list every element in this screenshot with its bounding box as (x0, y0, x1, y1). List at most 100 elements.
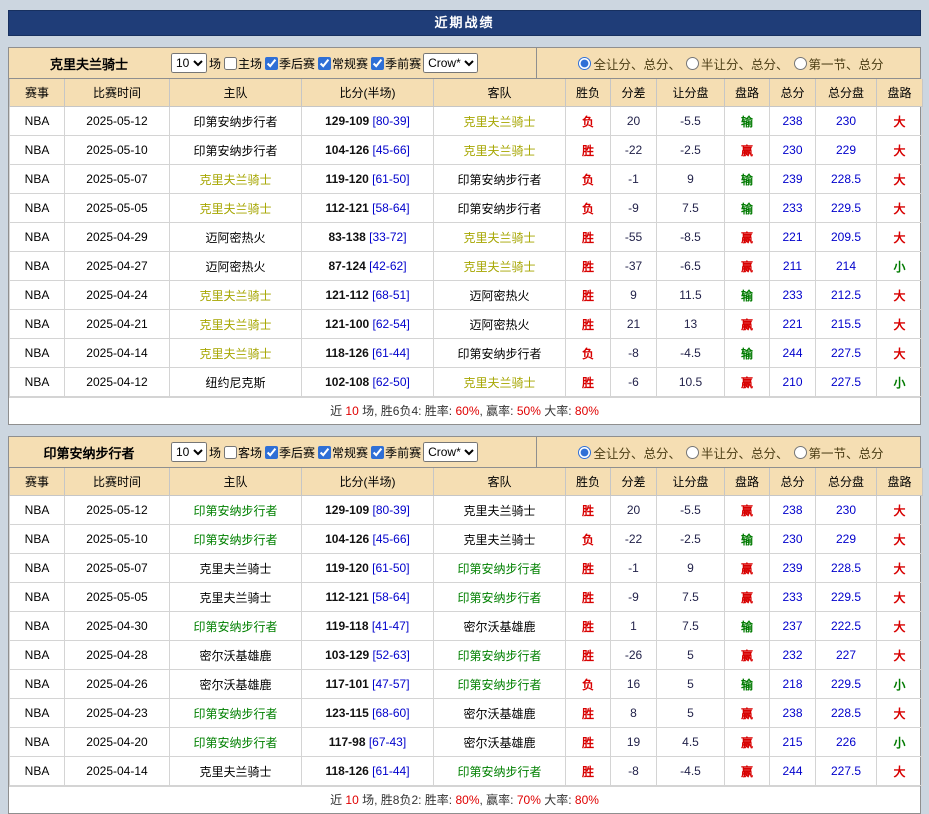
home-team-cell: 印第安纳步行者 (170, 525, 302, 554)
total-line-cell: 222.5 (816, 612, 877, 641)
filter-checkbox[interactable]: 常规赛 (315, 444, 368, 461)
odds-select[interactable]: Crow* (423, 442, 478, 462)
radio-input[interactable] (578, 446, 591, 459)
away-team-cell: 克里夫兰骑士 (434, 252, 566, 281)
radio-input[interactable] (686, 446, 699, 459)
checkbox-input[interactable] (265, 57, 278, 70)
checkbox-input[interactable] (265, 446, 278, 459)
total-line-cell: 229.5 (816, 670, 877, 699)
checkbox-label: 季前赛 (385, 444, 421, 461)
handicap-cell: 7.5 (657, 612, 725, 641)
handicap-result-cell: 输 (725, 525, 770, 554)
checkbox-input[interactable] (318, 446, 331, 459)
filter-checkbox[interactable]: 季前赛 (368, 444, 421, 461)
handicap-cell: 9 (657, 165, 725, 194)
checkbox-input[interactable] (318, 57, 331, 70)
radio-input[interactable] (794, 446, 807, 459)
filter-checkbox[interactable]: 常规赛 (315, 55, 368, 72)
date-cell: 2025-04-23 (65, 699, 170, 728)
handicap-cell: -4.5 (657, 757, 725, 786)
filter-checkbox[interactable]: 主场 (221, 55, 262, 72)
final-score: 118-126 (325, 346, 368, 360)
league-cell: NBA (10, 368, 65, 397)
column-header: 比赛时间 (65, 468, 170, 496)
checkbox-input[interactable] (371, 446, 384, 459)
date-cell: 2025-05-12 (65, 107, 170, 136)
diff-cell: 20 (611, 496, 657, 525)
radio-input[interactable] (794, 57, 807, 70)
total-result-cell: 大 (877, 641, 923, 670)
team-section: 印第安纳步行者 10 场 客场季后赛常规赛季前赛 Crow* 全让分、总分、半让… (8, 436, 921, 814)
half-score: [67-43] (366, 735, 407, 749)
half-score: [68-60] (369, 706, 410, 720)
checkbox-input[interactable] (371, 57, 384, 70)
score-cell: 123-115 [68-60] (302, 699, 434, 728)
score-cell: 129-109 [80-39] (302, 107, 434, 136)
total-line-cell: 228.5 (816, 554, 877, 583)
column-header: 比赛时间 (65, 79, 170, 107)
diff-cell: 8 (611, 699, 657, 728)
result-cell: 胜 (566, 757, 611, 786)
date-cell: 2025-04-28 (65, 641, 170, 670)
handicap-cell: -5.5 (657, 107, 725, 136)
date-cell: 2025-04-24 (65, 281, 170, 310)
filter-checkbox[interactable]: 客场 (221, 444, 262, 461)
handicap-result-cell: 赢 (725, 699, 770, 728)
total-cell: 238 (770, 107, 816, 136)
diff-cell: -8 (611, 339, 657, 368)
home-team-cell: 印第安纳步行者 (170, 107, 302, 136)
radio-input[interactable] (578, 57, 591, 70)
away-team-cell: 密尔沃基雄鹿 (434, 728, 566, 757)
game-row: NBA2025-04-14克里夫兰骑士118-126 [61-44]印第安纳步行… (10, 757, 923, 786)
filter-radio[interactable]: 第一节、总分 (789, 443, 884, 462)
filter-radio[interactable]: 半让分、总分、 (681, 54, 789, 73)
final-score: 102-108 (325, 375, 369, 389)
games-count-select[interactable]: 10 (171, 53, 207, 73)
home-team-cell: 密尔沃基雄鹿 (170, 641, 302, 670)
total-line-cell: 228.5 (816, 699, 877, 728)
game-row: NBA2025-04-28密尔沃基雄鹿103-129 [52-63]印第安纳步行… (10, 641, 923, 670)
result-cell: 负 (566, 194, 611, 223)
half-score: [61-44] (369, 346, 410, 360)
filter-radio[interactable]: 半让分、总分、 (681, 443, 789, 462)
checkbox-input[interactable] (224, 57, 237, 70)
radio-label: 半让分、总分、 (701, 54, 789, 73)
league-cell: NBA (10, 252, 65, 281)
total-cell: 239 (770, 165, 816, 194)
games-count-select[interactable]: 10 (171, 442, 207, 462)
filter-radio[interactable]: 全让分、总分、 (573, 54, 681, 73)
handicap-cell: -4.5 (657, 339, 725, 368)
final-score: 119-118 (326, 619, 369, 633)
total-result-cell: 大 (877, 136, 923, 165)
diff-cell: 21 (611, 310, 657, 339)
final-score: 104-126 (325, 143, 369, 157)
column-header: 主队 (170, 79, 302, 107)
filter-radio[interactable]: 第一节、总分 (789, 54, 884, 73)
game-row: NBA2025-05-05克里夫兰骑士112-121 [58-64]印第安纳步行… (10, 583, 923, 612)
checkbox-input[interactable] (224, 446, 237, 459)
game-row: NBA2025-04-20印第安纳步行者117-98 [67-43]密尔沃基雄鹿… (10, 728, 923, 757)
filter-radio[interactable]: 全让分、总分、 (573, 443, 681, 462)
summary-segment: 80% (455, 793, 479, 807)
half-score: [80-39] (369, 503, 410, 517)
diff-cell: -1 (611, 165, 657, 194)
odds-select[interactable]: Crow* (423, 53, 478, 73)
filter-controls: 10 场 主场季后赛常规赛季前赛 Crow* (169, 53, 536, 73)
filter-checkbox[interactable]: 季前赛 (368, 55, 421, 72)
filter-checkbox[interactable]: 季后赛 (262, 55, 315, 72)
checkbox-label: 常规赛 (332, 444, 368, 461)
result-cell: 胜 (566, 583, 611, 612)
checkbox-group: 客场季后赛常规赛季前赛 (221, 444, 421, 461)
game-row: NBA2025-05-05克里夫兰骑士112-121 [58-64]印第安纳步行… (10, 194, 923, 223)
away-team-cell: 克里夫兰骑士 (434, 496, 566, 525)
score-cell: 119-120 [61-50] (302, 554, 434, 583)
result-cell: 负 (566, 165, 611, 194)
away-team-cell: 克里夫兰骑士 (434, 223, 566, 252)
result-cell: 胜 (566, 496, 611, 525)
summary-segment: 80% (575, 793, 599, 807)
total-result-cell: 大 (877, 525, 923, 554)
home-team-cell: 印第安纳步行者 (170, 699, 302, 728)
home-team-cell: 克里夫兰骑士 (170, 194, 302, 223)
radio-input[interactable] (686, 57, 699, 70)
filter-checkbox[interactable]: 季后赛 (262, 444, 315, 461)
